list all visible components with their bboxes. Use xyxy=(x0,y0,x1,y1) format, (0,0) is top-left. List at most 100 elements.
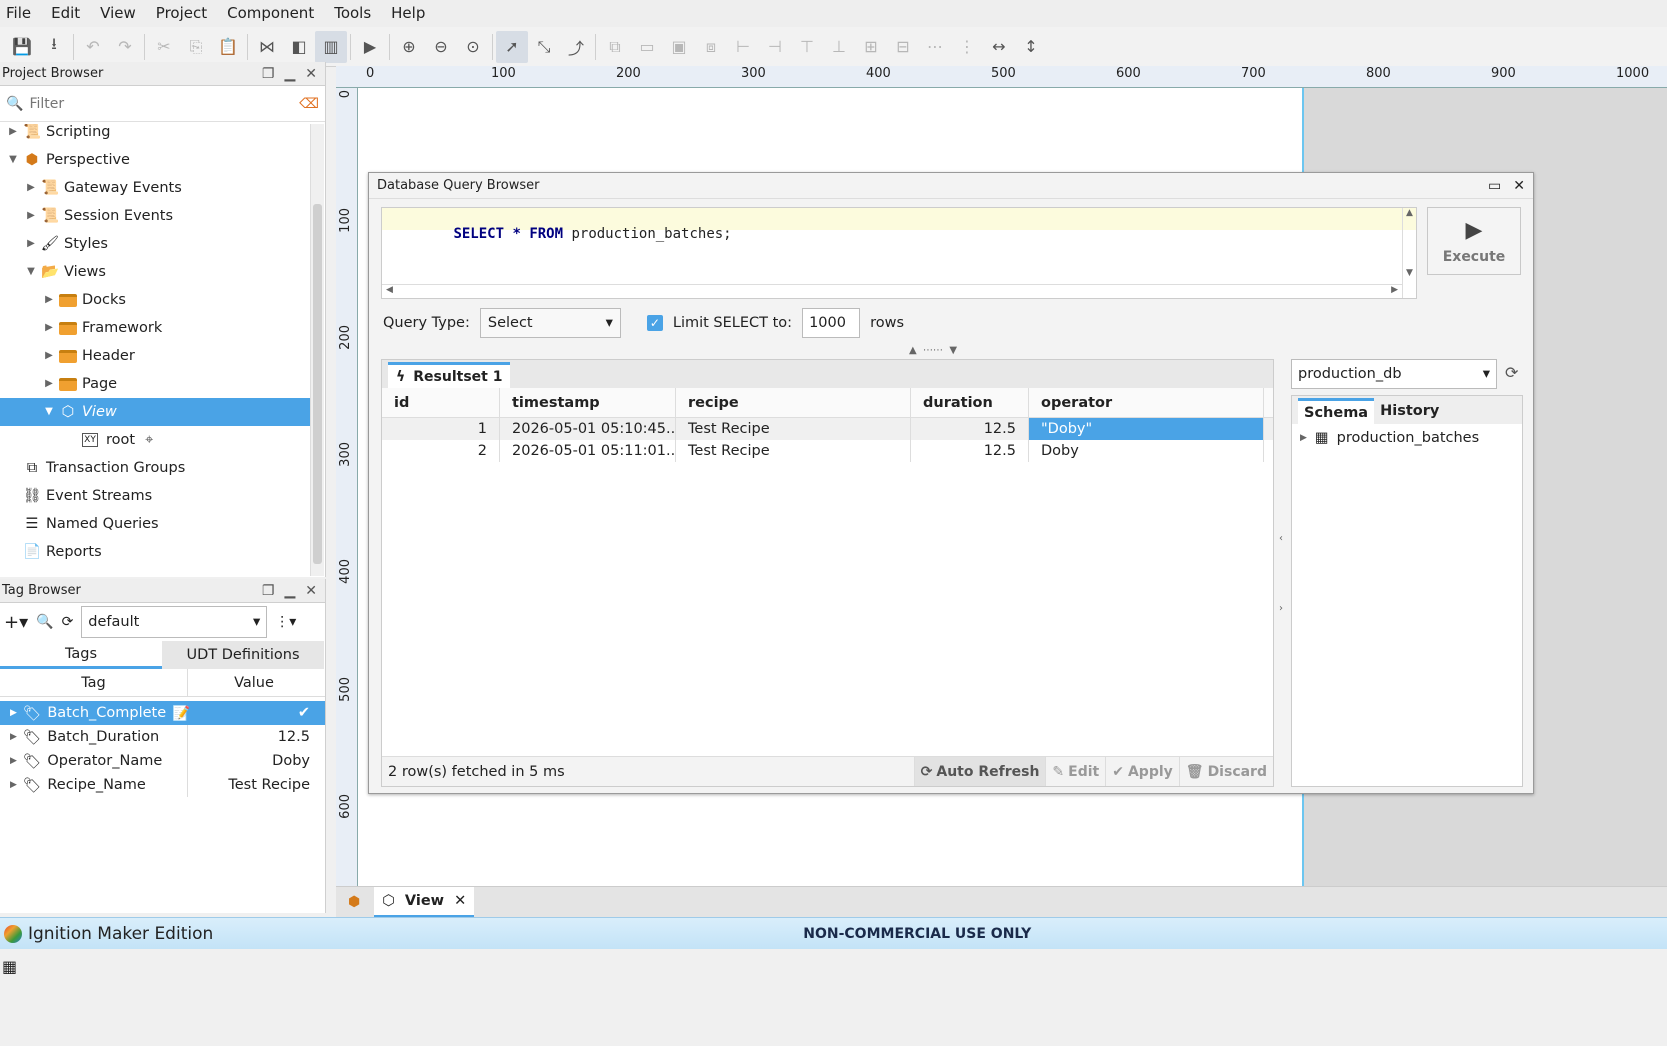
tab-schema[interactable]: Schema xyxy=(1298,398,1375,424)
refresh-schema-icon[interactable]: ⟳ xyxy=(1505,363,1518,382)
align-top-icon[interactable]: ⊤ xyxy=(791,31,823,63)
editor-vscroll[interactable]: ▲ ▼ xyxy=(1402,208,1416,298)
collapse-right-icon[interactable]: › xyxy=(1279,603,1283,614)
add-tag-icon[interactable]: +▾ xyxy=(4,612,28,633)
tag-row[interactable]: ▶ 🏷 Batch_Complete 📝 ✔ xyxy=(0,701,325,725)
refresh-icon[interactable]: ⟳ xyxy=(62,614,74,630)
save-icon[interactable]: 💾 xyxy=(6,31,38,63)
bring-front-icon[interactable]: ▣ xyxy=(663,31,695,63)
scrollbar-thumb[interactable] xyxy=(313,204,322,564)
clear-filter-icon[interactable]: ⌫ xyxy=(299,96,319,112)
tab-tags[interactable]: Tags xyxy=(0,641,162,669)
query-type-select[interactable]: Select ▾ xyxy=(479,308,621,338)
tree-item-transaction-groups[interactable]: ⧉ Transaction Groups xyxy=(6,454,185,482)
col-tag[interactable]: Tag xyxy=(0,669,188,696)
col-operator[interactable]: operator xyxy=(1029,388,1264,417)
table-row[interactable]: 1 2026-05-01 05:10:45.... Test Recipe 12… xyxy=(382,418,1273,440)
tree-item-framework[interactable]: ▶ Framework xyxy=(42,314,162,342)
tab-history[interactable]: History xyxy=(1374,398,1445,424)
float-icon[interactable]: ❐ xyxy=(262,583,275,599)
menu-tools[interactable]: Tools xyxy=(328,0,385,27)
zoom-fit-icon[interactable]: ⊙ xyxy=(457,31,489,63)
splitter-handle[interactable]: ▲ ⋯⋯ ▼ xyxy=(909,345,957,356)
tab-view[interactable]: ⬡ View ✕ xyxy=(374,886,475,918)
more-icon[interactable]: ⋮▾ xyxy=(275,614,296,630)
table-row[interactable]: 2 2026-05-01 05:11:01.... Test Recipe 12… xyxy=(382,440,1273,462)
close-icon[interactable]: ✕ xyxy=(1513,178,1525,194)
close-icon[interactable]: ✕ xyxy=(305,66,317,82)
restore-icon[interactable]: ▭ xyxy=(1488,178,1501,194)
apps-grid-icon[interactable]: ▦ xyxy=(2,957,17,976)
tree-item-event-streams[interactable]: ⛓ Event Streams xyxy=(6,482,152,510)
menu-edit[interactable]: Edit xyxy=(45,0,94,27)
close-tab-icon[interactable]: ✕ xyxy=(454,893,466,909)
align-center-h-icon[interactable]: ⊞ xyxy=(855,31,887,63)
search-icon[interactable]: 🔍 xyxy=(36,614,53,630)
align-bottom-icon[interactable]: ⊥ xyxy=(823,31,855,63)
align-right-icon[interactable]: ⊣ xyxy=(759,31,791,63)
ungroup-icon[interactable]: ▭ xyxy=(631,31,663,63)
menu-component[interactable]: Component xyxy=(221,0,328,27)
tag-provider-select[interactable]: default ▾ xyxy=(81,606,268,638)
play-icon[interactable]: ▶ xyxy=(354,31,386,63)
redo-icon[interactable]: ↷ xyxy=(109,31,141,63)
selected-cell[interactable]: "Doby" xyxy=(1029,418,1264,440)
cut-icon[interactable]: ✂ xyxy=(148,31,180,63)
tag-row[interactable]: ▶ 🏷 Recipe_Name Test Recipe xyxy=(0,773,325,797)
limit-input[interactable]: 1000 xyxy=(802,308,861,338)
menu-help[interactable]: Help xyxy=(385,0,439,27)
tab-resultset-1[interactable]: ϟ Resultset 1 xyxy=(388,362,511,388)
tree-item-header[interactable]: ▶ Header xyxy=(42,342,135,370)
group-icon[interactable]: ⧉ xyxy=(599,31,631,63)
tree-item-views[interactable]: ▼ 📂 Views xyxy=(24,258,106,286)
same-height-icon[interactable]: ↕ xyxy=(1015,31,1047,63)
send-back-icon[interactable]: ⧈ xyxy=(695,31,727,63)
paste-icon[interactable]: 📋 xyxy=(212,31,244,63)
tree-item-scripting[interactable]: ▶ 📜 Scripting xyxy=(6,124,110,146)
tree-item-view[interactable]: ▼ ⬡ View xyxy=(0,398,310,426)
tree-item-perspective[interactable]: ▼ ⬢ Perspective xyxy=(6,146,130,174)
tag-row[interactable]: ▶ 🏷 Operator_Name Doby xyxy=(0,749,325,773)
menu-file[interactable]: File xyxy=(0,0,45,27)
save-all-icon[interactable]: ⭳ xyxy=(38,31,70,63)
float-icon[interactable]: ❐ xyxy=(262,66,275,82)
collapse-left-icon[interactable]: ‹ xyxy=(1279,533,1283,544)
tree-item-named-queries[interactable]: ☰ Named Queries xyxy=(6,510,159,538)
tree-item-gateway-events[interactable]: ▶ 📜 Gateway Events xyxy=(24,174,182,202)
edit-button[interactable]: ✎ Edit xyxy=(1045,757,1105,786)
same-width-icon[interactable]: ↔ xyxy=(983,31,1015,63)
route-icon[interactable]: ⤴ xyxy=(560,31,592,63)
col-duration[interactable]: duration xyxy=(911,388,1029,417)
zoom-in-icon[interactable]: ⊕ xyxy=(393,31,425,63)
col-value[interactable]: Value xyxy=(188,669,320,696)
tree-item-reports[interactable]: 📄 Reports xyxy=(6,538,102,566)
schema-item[interactable]: ▶ ▦ production_batches xyxy=(1292,424,1522,452)
copy-icon[interactable]: ⎘ xyxy=(180,31,212,63)
perspective-icon[interactable]: ⬢ xyxy=(348,894,360,910)
col-timestamp[interactable]: timestamp xyxy=(500,388,676,417)
pointer-icon[interactable]: ➚ xyxy=(496,30,528,63)
col-recipe[interactable]: recipe xyxy=(676,388,911,417)
project-tree-scrollbar[interactable] xyxy=(310,124,324,576)
align-center-v-icon[interactable]: ⊟ xyxy=(887,31,919,63)
undo-icon[interactable]: ↶ xyxy=(77,31,109,63)
limit-checkbox[interactable]: ✓ xyxy=(646,315,663,331)
distribute-h-icon[interactable]: ⋯ xyxy=(919,31,951,63)
preview-mode-icon[interactable]: ▥ xyxy=(315,30,347,63)
auto-refresh-button[interactable]: ⟳ Auto Refresh xyxy=(913,757,1046,786)
tree-item-root[interactable]: XY root ⌖ xyxy=(80,426,153,454)
menu-project[interactable]: Project xyxy=(150,0,221,27)
apply-button[interactable]: ✔ Apply xyxy=(1105,757,1179,786)
col-id[interactable]: id xyxy=(382,388,500,417)
discard-button[interactable]: 🗑 Discard xyxy=(1178,757,1273,786)
filter-input[interactable] xyxy=(29,95,280,112)
snap-icon[interactable]: ⋈ xyxy=(251,31,283,63)
tab-udt-definitions[interactable]: UDT Definitions xyxy=(162,641,324,669)
tag-row[interactable]: ▶ 🏷 Batch_Duration 12.5 xyxy=(0,725,325,749)
tree-item-styles[interactable]: ▶ 🖌 Styles xyxy=(24,230,108,258)
execute-button[interactable]: ▶ Execute xyxy=(1427,207,1521,275)
editor-hscroll[interactable]: ◀ ▶ xyxy=(382,284,1402,298)
database-select[interactable]: production_db ▾ xyxy=(1291,359,1497,389)
query-editor[interactable]: SELECT * FROM production_batches; ▲ ▼ ◀ ▶ xyxy=(381,207,1417,299)
menu-view[interactable]: View xyxy=(94,0,150,27)
